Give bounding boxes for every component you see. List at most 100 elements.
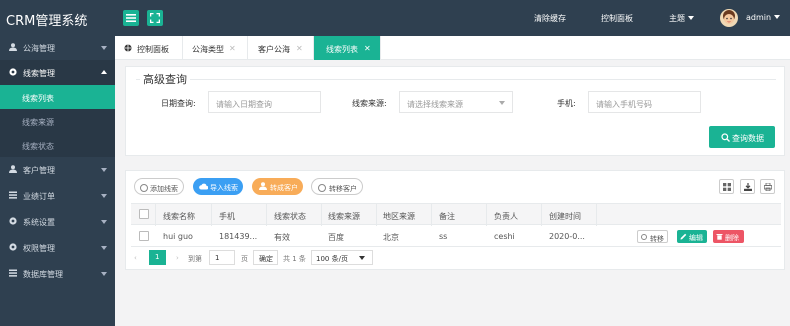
sidebar-subitem-label: 线索状态	[22, 142, 54, 151]
next-page-icon[interactable]: ›	[176, 254, 179, 262]
sidebar-item-system-settings[interactable]: 系统设置	[0, 209, 115, 235]
prev-page-icon[interactable]: ‹	[134, 254, 137, 262]
tab-label: 公海类型	[192, 45, 224, 54]
list-icon	[9, 269, 17, 277]
row-transfer-button[interactable]: 转移	[637, 230, 668, 243]
column-divider	[321, 204, 322, 226]
date-label: 日期查询:	[161, 99, 196, 108]
app-title: CRM管理系统	[6, 14, 88, 29]
chevron-down-icon	[101, 168, 107, 172]
page-size-select[interactable]: 100 条/页	[311, 250, 373, 265]
sidebar-subitem-label: 线索来源	[22, 118, 54, 127]
sidebar-subitem-lead-list[interactable]: 线索列表	[0, 85, 115, 109]
close-icon[interactable]: ✕	[229, 44, 236, 53]
tab-lead-list[interactable]: 线索列表 ✕	[314, 36, 381, 60]
column-header[interactable]: 地区来源	[383, 211, 415, 222]
control-panel-link[interactable]: 控制面板	[601, 13, 633, 24]
page-input[interactable]: 1	[209, 250, 235, 265]
select-all-checkbox[interactable]	[139, 209, 149, 219]
clear-cache-link[interactable]: 清除缓存	[534, 13, 566, 24]
column-header[interactable]: 线索状态	[274, 211, 306, 222]
column-divider	[376, 204, 377, 226]
date-placeholder: 请输入日期查询	[216, 100, 272, 109]
download-icon	[744, 183, 752, 191]
row-checkbox[interactable]	[139, 231, 149, 241]
column-divider	[211, 204, 212, 226]
search-legend: 高级查询	[140, 71, 190, 87]
sidebar: 公海管理 线索管理 线索列表 线索来源 线索状态 客户管理 业绩订单 系统设置 …	[0, 36, 115, 326]
add-lead-label: 添加线索	[150, 185, 178, 193]
chevron-up-icon	[101, 70, 107, 74]
goto-label: 到第	[188, 255, 202, 263]
goto-confirm-button[interactable]: 确定	[253, 250, 278, 265]
close-icon[interactable]: ✕	[364, 44, 371, 53]
chevron-down-icon	[101, 46, 107, 50]
sidebar-subitem-lead-source[interactable]: 线索来源	[0, 109, 115, 133]
sidebar-item-sea-management[interactable]: 公海管理	[0, 35, 115, 60]
transfer-customer-button[interactable]: 转移客户	[311, 178, 363, 195]
close-icon[interactable]: ✕	[296, 44, 303, 53]
tab-label: 线索列表	[326, 45, 358, 54]
theme-menu[interactable]: 主题	[669, 13, 694, 24]
pagination: ‹ 1 › 到第 1 页 确定 共 1 条 100 条/页	[131, 250, 781, 268]
sidebar-item-label: 公海管理	[23, 44, 55, 53]
user-menu[interactable]: admin	[746, 13, 781, 22]
column-header[interactable]: 手机	[219, 211, 235, 222]
search-icon	[721, 133, 730, 142]
export-button[interactable]	[740, 179, 755, 194]
columns-toggle-button[interactable]	[719, 179, 734, 194]
column-divider	[155, 204, 156, 226]
sidebar-item-label: 业绩订单	[23, 192, 55, 201]
convert-customer-button[interactable]: 转成客户	[252, 178, 303, 195]
tab-label: 控制面板	[137, 45, 169, 54]
chevron-down-icon	[688, 16, 694, 20]
sidebar-item-lead-management[interactable]: 线索管理	[0, 60, 115, 85]
sidebar-subitem-lead-status[interactable]: 线索状态	[0, 133, 115, 157]
import-lead-label: 导入线索	[210, 184, 238, 192]
sidebar-item-customer-management[interactable]: 客户管理	[0, 157, 115, 183]
print-button[interactable]	[760, 179, 775, 194]
sidebar-item-sales-orders[interactable]: 业绩订单	[0, 183, 115, 209]
add-lead-button[interactable]: 添加线索	[134, 178, 184, 195]
search-panel: 高级查询 日期查询: 请输入日期查询 线索来源: 请选择线索来源 手机: 请输入…	[125, 66, 785, 156]
date-input[interactable]: 请输入日期查询	[208, 91, 321, 113]
page-1-button[interactable]: 1	[149, 250, 166, 265]
phone-input[interactable]: 请输入手机号码	[588, 91, 701, 113]
table-row[interactable]: hui guo 181439... 有效 百度 北京 ss ceshi 2020…	[131, 225, 781, 247]
username: admin	[746, 13, 772, 22]
column-divider	[541, 204, 542, 226]
gear-icon	[9, 243, 17, 251]
page-size-value: 100 条/页	[316, 255, 348, 263]
gear-icon	[9, 217, 17, 225]
phone-label: 手机:	[557, 99, 576, 108]
column-header[interactable]: 线索名称	[163, 211, 195, 222]
table-panel: 添加线索 导入线索 转成客户 转移客户 线索名称 手机 线索状态 线索来源 地区…	[125, 170, 785, 270]
row-edit-button[interactable]: 编辑	[677, 230, 707, 243]
clock-icon	[318, 184, 326, 192]
trash-icon	[716, 234, 723, 240]
sidebar-item-permission-management[interactable]: 权限管理	[0, 235, 115, 261]
query-button[interactable]: 查询数据	[709, 126, 775, 148]
fullscreen-button[interactable]	[147, 10, 163, 26]
avatar[interactable]	[720, 9, 738, 27]
column-header[interactable]: 负责人	[494, 211, 518, 222]
sidebar-item-database-management[interactable]: 数据库管理	[0, 261, 115, 287]
column-divider	[596, 204, 597, 226]
tab-control-panel[interactable]: 控制面板	[115, 36, 183, 60]
column-header[interactable]: 创建时间	[549, 211, 581, 222]
menu-icon	[126, 14, 136, 22]
row-delete-button[interactable]: 删除	[713, 230, 744, 243]
chevron-down-icon	[101, 246, 107, 250]
page-input-value: 1	[215, 254, 220, 262]
theme-label: 主题	[669, 14, 685, 23]
tab-customer-sea[interactable]: 客户公海 ✕	[248, 36, 314, 60]
source-select[interactable]: 请选择线索来源	[399, 91, 513, 113]
column-header[interactable]: 备注	[439, 211, 455, 222]
table-cell: 北京	[383, 233, 399, 242]
column-header[interactable]: 线索来源	[328, 211, 360, 222]
total-count: 共 1 条	[283, 255, 306, 263]
chevron-down-icon	[774, 15, 781, 19]
tab-sea-types[interactable]: 公海类型 ✕	[183, 36, 248, 60]
import-lead-button[interactable]: 导入线索	[193, 178, 243, 195]
menu-toggle-button[interactable]	[123, 10, 139, 26]
